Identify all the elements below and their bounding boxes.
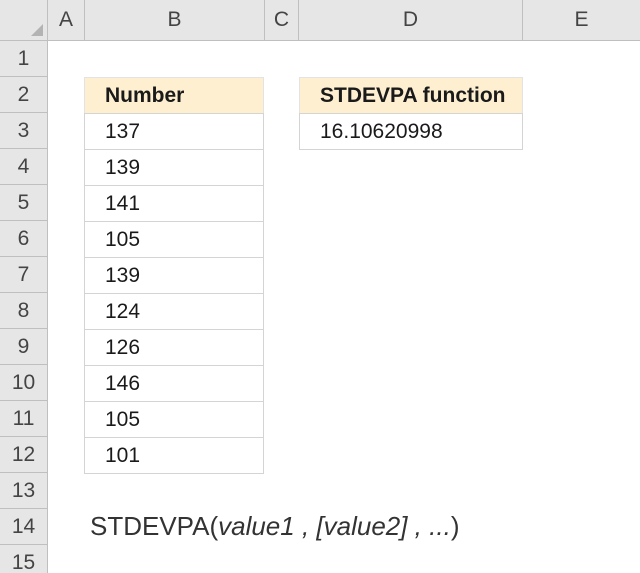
row-header-5[interactable]: 5 [0,185,48,221]
number-header-cell[interactable]: Number [84,77,264,114]
number-cell-3[interactable]: 141 [84,185,264,222]
syntax-arguments: value1 , [value2] , ... [218,511,451,541]
row-header-13[interactable]: 13 [0,473,48,509]
number-cell-9[interactable]: 105 [84,401,264,438]
select-all-triangle-icon [31,24,43,36]
number-cell-4[interactable]: 105 [84,221,264,258]
syntax-line: STDEVPA(value1 , [value2] , ...) [90,511,459,542]
row-header-15[interactable]: 15 [0,545,48,573]
stdevpa-header-cell[interactable]: STDEVPA function [299,77,523,114]
number-cell-2[interactable]: 139 [84,149,264,186]
number-cell-7[interactable]: 126 [84,329,264,366]
row-header-14[interactable]: 14 [0,509,48,545]
column-header-d[interactable]: D [299,0,523,41]
number-cell-8[interactable]: 146 [84,365,264,402]
row-header-10[interactable]: 10 [0,365,48,401]
row-header-12[interactable]: 12 [0,437,48,473]
stdevpa-result-cell[interactable]: 16.10620998 [299,113,523,150]
number-cell-5[interactable]: 139 [84,257,264,294]
row-header-11[interactable]: 11 [0,401,48,437]
row-header-2[interactable]: 2 [0,77,48,113]
row-header-3[interactable]: 3 [0,113,48,149]
row-header-1[interactable]: 1 [0,41,48,77]
spreadsheet: A B C D E 1 2 3 4 5 6 7 8 9 10 11 12 13 … [0,0,640,573]
column-header-e[interactable]: E [523,0,640,41]
number-cell-6[interactable]: 124 [84,293,264,330]
number-cell-1[interactable]: 137 [84,113,264,150]
row-header-4[interactable]: 4 [0,149,48,185]
column-header-a[interactable]: A [48,0,85,41]
row-header-7[interactable]: 7 [0,257,48,293]
syntax-function-name: STDEVPA( [90,511,219,541]
syntax-close-paren: ) [450,511,460,541]
row-header-9[interactable]: 9 [0,329,48,365]
column-header-c[interactable]: C [265,0,299,41]
select-all-corner[interactable] [0,0,48,41]
row-header-8[interactable]: 8 [0,293,48,329]
number-cell-10[interactable]: 101 [84,437,264,474]
row-header-6[interactable]: 6 [0,221,48,257]
column-header-b[interactable]: B [85,0,265,41]
